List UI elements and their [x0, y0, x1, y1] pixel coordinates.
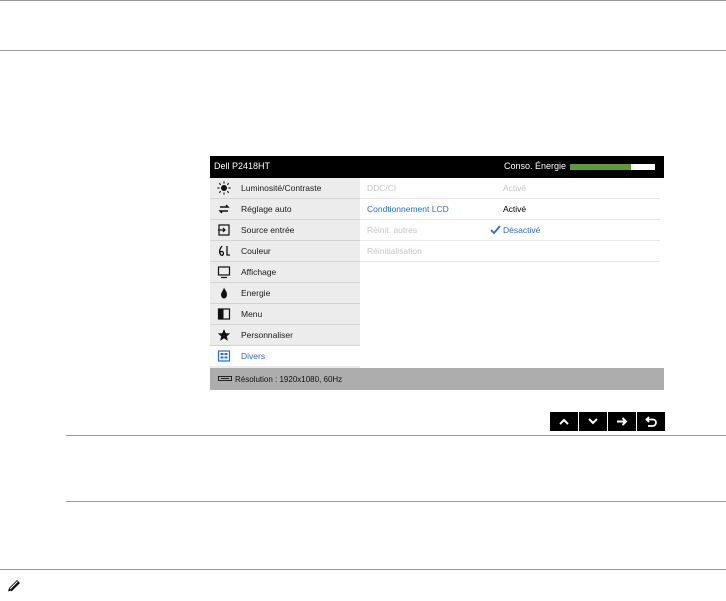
osd-submenu: DDC/CI Activé Condtionnement LCD Activé … — [360, 178, 664, 368]
menu-item-menu[interactable]: Menu — [210, 304, 360, 325]
up-arrow-icon — [559, 418, 569, 425]
star-icon — [217, 329, 231, 341]
osd-title: Dell P2418HT — [214, 161, 271, 171]
menu-item-brightness-contrast[interactable]: Luminosité/Contraste — [210, 178, 360, 199]
option-row-lcd-conditioning[interactable]: Condtionnement LCD Activé — [360, 199, 660, 220]
section-rule — [66, 501, 726, 502]
menu-item-color[interactable]: Couleur — [210, 241, 360, 262]
section-rule — [66, 435, 726, 436]
up-button[interactable] — [550, 412, 578, 431]
resolution-icon — [218, 376, 232, 381]
sun-icon — [217, 181, 231, 195]
osd-panel: Dell P2418HT Conso. Énergie Luminosité/C… — [210, 156, 664, 390]
osd-footer: Résolution : 1920x1080, 60Hz — [210, 368, 664, 390]
menu-item-label: Personnaliser — [241, 330, 293, 340]
menu-item-input-source[interactable]: Source entrée — [210, 220, 360, 241]
osd-header: Dell P2418HT Conso. Énergie — [210, 156, 664, 178]
menu-item-label: Energie — [241, 288, 271, 298]
top-rule — [0, 0, 726, 1]
option-name: Condtionnement LCD — [367, 204, 449, 214]
menu-item-label: Source entrée — [241, 225, 295, 235]
next-button[interactable] — [608, 412, 636, 431]
input-source-icon — [218, 224, 230, 236]
menu-item-others[interactable]: Divers — [210, 346, 360, 366]
energy-icon — [221, 287, 227, 299]
menu-icon — [217, 308, 231, 320]
resolution-text: Résolution : 1920x1080, 60Hz — [235, 375, 343, 384]
pencil-note-icon — [7, 580, 20, 593]
menu-item-energy[interactable]: Energie — [210, 283, 360, 304]
energy-label: Conso. Énergie — [504, 161, 567, 171]
energy-meter-fill — [570, 164, 632, 170]
others-icon — [217, 350, 231, 362]
menu-item-personalize[interactable]: Personnaliser — [210, 325, 360, 346]
section-rule — [0, 50, 726, 51]
option-name: DDC/CI — [367, 183, 397, 193]
auto-adjust-icon — [218, 204, 230, 214]
menu-item-label: Couleur — [241, 246, 271, 256]
option-name: Réinitialisation — [367, 246, 422, 256]
checkmark-icon — [490, 225, 501, 235]
menu-item-display[interactable]: Affichage — [210, 262, 360, 283]
option-value: Activé — [503, 183, 527, 193]
option-value: Désactivé — [503, 225, 541, 235]
option-row-factory-reset[interactable]: Réinitialisation — [360, 241, 660, 262]
menu-item-label: Luminosité/Contraste — [241, 183, 322, 193]
display-icon — [217, 266, 231, 279]
option-value: Activé — [503, 204, 527, 214]
menu-item-label: Divers — [241, 351, 266, 361]
osd-main-menu: Luminosité/Contraste Réglage auto Source… — [210, 178, 360, 368]
back-button[interactable] — [637, 412, 665, 431]
menu-item-label: Réglage auto — [241, 204, 292, 214]
osd-nav-buttons — [550, 412, 666, 431]
energy-meter — [570, 164, 655, 170]
option-row-reset-others[interactable]: Réinit. autres Désactivé — [360, 220, 660, 241]
right-arrow-icon — [617, 417, 628, 426]
color-icon — [218, 245, 230, 256]
option-row-ddcci[interactable]: DDC/CI Activé — [360, 178, 660, 199]
menu-item-auto-adjust[interactable]: Réglage auto — [210, 199, 360, 220]
down-button[interactable] — [579, 412, 607, 431]
down-arrow-icon — [588, 418, 598, 425]
menu-item-label: Affichage — [241, 267, 277, 277]
option-name: Réinit. autres — [367, 225, 418, 235]
back-icon — [645, 416, 657, 427]
section-rule — [0, 569, 726, 570]
menu-item-label: Menu — [241, 309, 263, 319]
